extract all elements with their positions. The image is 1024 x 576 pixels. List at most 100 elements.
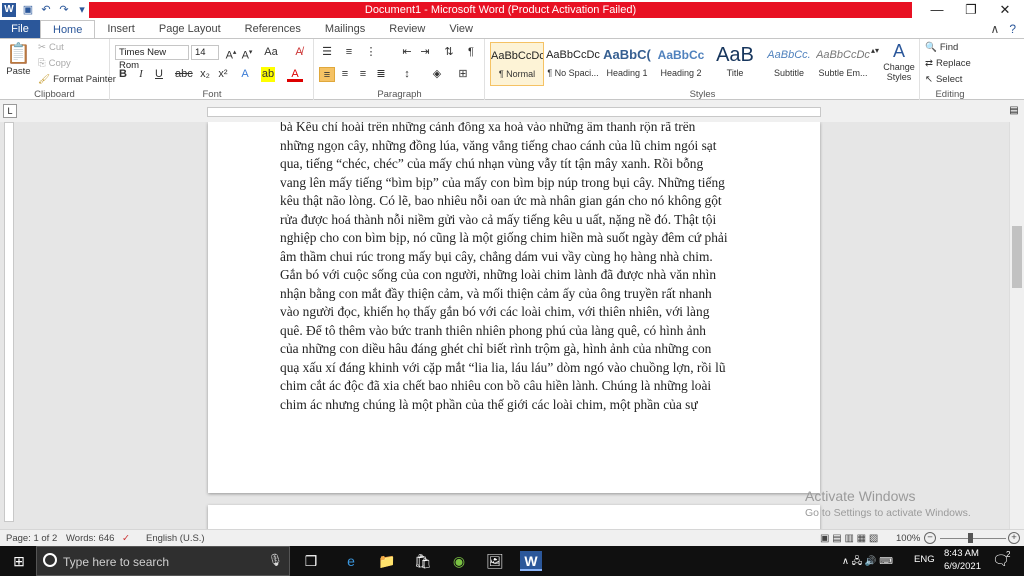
clear-formatting-icon[interactable]: A̸ xyxy=(291,45,307,60)
document-line[interactable]: vang lên mấy tiếng “bìm bịp” của mấy con… xyxy=(280,174,752,193)
tab-references[interactable]: References xyxy=(233,20,313,38)
tray-icons[interactable]: ∧ 🖧 🔊 ⌨ xyxy=(842,554,893,570)
style-heading-1[interactable]: AaBbC(Heading 1 xyxy=(600,42,654,86)
minimize-button[interactable]: — xyxy=(920,0,954,20)
superscript-icon[interactable]: x² xyxy=(215,67,231,82)
document-line[interactable]: rửa được hoá thành nỗi niềm gửi vào cả m… xyxy=(280,211,752,230)
store-icon[interactable]: 🛍 xyxy=(412,551,434,571)
tab-mailings[interactable]: Mailings xyxy=(313,20,377,38)
vertical-scrollbar[interactable] xyxy=(1009,122,1024,529)
document-line[interactable]: quạ xấu xí đáng khinh với cặp mắt “lia l… xyxy=(280,359,752,378)
scrollbar-thumb[interactable] xyxy=(1012,226,1022,288)
zoom-slider-thumb[interactable] xyxy=(968,533,973,543)
replace-button[interactable]: ⇄ Replace xyxy=(925,58,971,69)
align-right-icon[interactable]: ≡ xyxy=(355,67,371,82)
italic-icon[interactable]: I xyxy=(133,67,149,82)
clock-date[interactable]: 6/9/2021 xyxy=(944,561,981,572)
word-logo-icon[interactable]: W xyxy=(2,3,16,17)
multilevel-list-icon[interactable]: ⋮ xyxy=(363,45,379,60)
justify-icon[interactable]: ≣ xyxy=(373,67,389,82)
style-normal[interactable]: AaBbCcDc ¶ Normal xyxy=(490,42,544,86)
zoom-out-button[interactable]: − xyxy=(924,532,936,544)
zoom-slider[interactable] xyxy=(940,538,1006,539)
bold-icon[interactable]: B xyxy=(115,67,131,82)
tab-page-layout[interactable]: Page Layout xyxy=(147,20,233,38)
document-page[interactable]: bà Kều chỉ hoài trên những cánh đồng xa … xyxy=(208,122,820,493)
close-button[interactable]: ✕ xyxy=(988,0,1022,20)
line-spacing-icon[interactable]: ↕ xyxy=(399,67,415,82)
grow-font-icon[interactable]: A▴ xyxy=(223,45,239,62)
font-name-combo[interactable]: Times New Rom xyxy=(115,45,189,71)
undo-icon[interactable]: ↶ xyxy=(40,4,52,16)
photos-icon[interactable]: 🖼 xyxy=(484,551,506,571)
save-icon[interactable]: ▣ xyxy=(22,4,34,16)
document-line[interactable]: bà Kều chỉ hoài trên những cánh đồng xa … xyxy=(280,122,752,137)
word-taskbar-icon[interactable]: W xyxy=(520,551,542,571)
decrease-indent-icon[interactable]: ⇤ xyxy=(399,45,415,60)
document-line[interactable]: Gắn bó với cuộc sống của con người, nhữn… xyxy=(280,266,752,285)
taskbar-search-box[interactable]: Type here to search 🎙 xyxy=(36,546,290,576)
change-styles-button[interactable]: A Change Styles xyxy=(882,41,916,82)
font-color-icon[interactable]: A xyxy=(287,67,303,82)
highlight-icon[interactable]: ab xyxy=(261,67,275,82)
select-button[interactable]: ↖ Select xyxy=(925,74,962,85)
shading-icon[interactable]: ◈ xyxy=(429,67,445,82)
paste-button[interactable]: 📋 Paste xyxy=(6,41,31,77)
zoom-in-button[interactable]: + xyxy=(1008,532,1020,544)
style-title[interactable]: AaB Title xyxy=(708,42,762,86)
document-line[interactable]: của những con diều hâu đáng ghét chỉ biế… xyxy=(280,340,752,359)
numbering-icon[interactable]: ≡ xyxy=(341,45,357,60)
page-count[interactable]: Page: 1 of 2 xyxy=(6,533,57,544)
document-body[interactable]: bà Kều chỉ hoài trên những cánh đồng xa … xyxy=(280,122,752,414)
style-no-spacing[interactable]: AaBbCcDc ¶ No Spaci... xyxy=(546,42,600,86)
strikethrough-icon[interactable]: abc xyxy=(175,67,193,82)
cut-button[interactable]: ✂ Cut xyxy=(38,42,64,53)
shrink-font-icon[interactable]: A▾ xyxy=(239,45,255,62)
copy-button[interactable]: ⎘ Copy xyxy=(38,58,71,69)
bullets-icon[interactable]: ☰ xyxy=(319,45,335,60)
document-line[interactable]: vào người đọc, khiến họ thấy gắn bó với … xyxy=(280,303,752,322)
tab-view[interactable]: View xyxy=(437,20,485,38)
document-line[interactable]: chim cắt ác độc đã xia chết bao nhiêu co… xyxy=(280,377,752,396)
text-effects-icon[interactable]: A xyxy=(237,67,253,82)
tab-selector-icon[interactable]: L xyxy=(3,104,17,118)
tab-home[interactable]: Home xyxy=(40,20,96,38)
proofing-icon[interactable]: ✓ xyxy=(122,533,130,544)
edge-icon[interactable]: e xyxy=(340,551,362,571)
view-buttons[interactable]: ▣ ▤ ▥ ▦ ▧ xyxy=(820,533,878,544)
underline-icon[interactable]: U xyxy=(151,67,167,82)
align-center-icon[interactable]: ≡ xyxy=(337,67,353,82)
borders-icon[interactable]: ⊞ xyxy=(455,67,471,82)
sort-icon[interactable]: ⇅ xyxy=(441,45,457,60)
word-count[interactable]: Words: 646 xyxy=(66,533,114,544)
input-language[interactable]: ENG xyxy=(914,554,935,565)
document-line[interactable]: quê. Để tô thêm vào bức tranh thiên nhiê… xyxy=(280,322,752,341)
subscript-icon[interactable]: x₂ xyxy=(197,67,213,82)
document-line[interactable]: những ngọn cây, những đồng lúa, văng vẳn… xyxy=(280,137,752,156)
document-line[interactable]: nghiệp cho con bìm bịp, nó cũng là một g… xyxy=(280,229,752,248)
redo-icon[interactable]: ↷ xyxy=(58,4,70,16)
document-line[interactable]: kêu thật não lòng. Có lẽ, bao nhiêu nỗi … xyxy=(280,192,752,211)
show-formatting-icon[interactable]: ¶ xyxy=(463,45,479,60)
tab-insert[interactable]: Insert xyxy=(95,20,147,38)
customize-qat-icon[interactable]: ▾ xyxy=(76,4,88,16)
font-size-combo[interactable]: 14 xyxy=(191,45,219,60)
vertical-ruler[interactable] xyxy=(4,122,14,522)
styles-more-icon[interactable]: ▴▾ xyxy=(870,43,880,58)
style-heading-2[interactable]: AaBbCc Heading 2 xyxy=(654,42,708,86)
view-ruler-icon[interactable]: ▤ xyxy=(1007,104,1021,118)
restore-button[interactable]: ❐ xyxy=(954,0,988,20)
windows-start-icon[interactable]: ⊞ xyxy=(8,551,30,571)
document-line[interactable]: nhận bằng con mắt đầy thiện cảm, và mối … xyxy=(280,285,752,304)
help-icon[interactable]: ? xyxy=(1009,22,1016,36)
style-subtle-emphasis[interactable]: AaBbCcDc Subtle Em... xyxy=(816,42,870,86)
minimize-ribbon-icon[interactable]: ∧ xyxy=(991,22,1000,36)
zoom-level[interactable]: 100% xyxy=(896,533,920,544)
document-page-2[interactable] xyxy=(208,505,820,529)
microphone-icon[interactable]: 🎙 xyxy=(268,553,283,567)
increase-indent-icon[interactable]: ⇥ xyxy=(417,45,433,60)
tab-review[interactable]: Review xyxy=(377,20,437,38)
align-left-icon[interactable]: ≡ xyxy=(319,67,335,82)
app-icon[interactable]: ◉ xyxy=(448,551,470,571)
horizontal-ruler[interactable] xyxy=(207,107,821,117)
